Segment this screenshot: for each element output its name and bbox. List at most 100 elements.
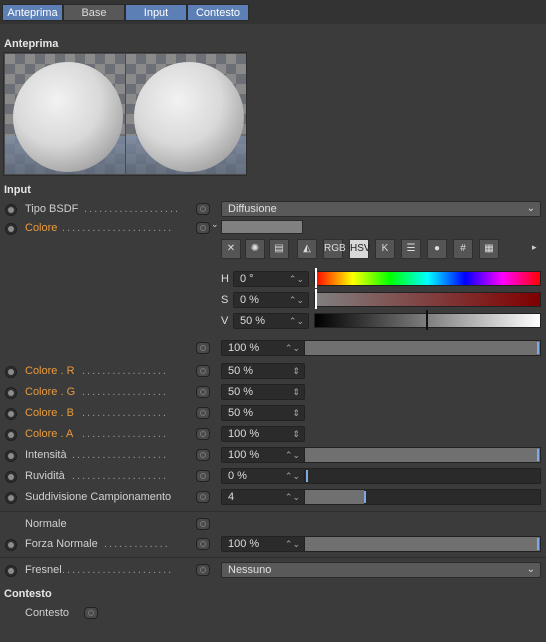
keyframe-button[interactable] — [196, 365, 210, 377]
stepper-icon[interactable]: ⌃⌄ — [285, 341, 300, 355]
keyframe-button[interactable] — [196, 222, 210, 234]
forza-normale-field[interactable]: 100 % ⌃⌄ — [221, 536, 305, 552]
dot-leader: ................. — [82, 407, 168, 419]
animate-toggle[interactable] — [5, 204, 17, 216]
brightness-slider[interactable] — [304, 340, 541, 356]
animate-toggle[interactable] — [5, 366, 17, 378]
keyframe-button[interactable] — [196, 407, 210, 419]
stepper-icon[interactable]: ⇕ — [292, 427, 300, 441]
stepper-icon[interactable]: ⇕ — [292, 364, 300, 378]
colore-g-value: 50 % — [228, 386, 254, 398]
forza-normale-slider[interactable] — [304, 536, 541, 552]
picture-icon[interactable]: ◭ — [297, 239, 317, 259]
color-swatch[interactable] — [221, 220, 303, 234]
animate-toggle[interactable] — [5, 429, 17, 441]
mixer-icon[interactable]: ✕ — [221, 239, 241, 259]
suddivisione-field[interactable]: 4 ⌃⌄ — [221, 489, 305, 505]
stepper-icon[interactable]: ⌃⌄ — [289, 272, 304, 286]
keyframe-button[interactable] — [196, 564, 210, 576]
keyframe-button[interactable] — [196, 470, 210, 482]
tab-anteprima[interactable]: Anteprima — [2, 4, 63, 21]
fresnel-label: Fresnel — [25, 564, 62, 576]
animate-toggle[interactable] — [5, 408, 17, 420]
animate-toggle[interactable] — [5, 471, 17, 483]
colore-r-field[interactable]: 50 % ⇕ — [221, 363, 305, 379]
tab-base[interactable]: Base — [63, 4, 125, 21]
keyframe-button[interactable] — [196, 449, 210, 461]
suddivisione-value: 4 — [228, 491, 235, 503]
animate-toggle[interactable] — [5, 565, 17, 577]
sliders-icon[interactable]: ☰ — [401, 239, 421, 259]
colore-g-field[interactable]: 50 % ⇕ — [221, 384, 305, 400]
intensita-slider[interactable] — [304, 447, 541, 463]
keyframe-button[interactable] — [196, 386, 210, 398]
s-label: S — [221, 294, 229, 306]
circle-icon[interactable]: ● — [427, 239, 447, 259]
intensita-field[interactable]: 100 % ⌃⌄ — [221, 447, 305, 463]
keyframe-button[interactable] — [196, 538, 210, 550]
colore-b-field[interactable]: 50 % ⇕ — [221, 405, 305, 421]
chevron-down-icon: ⌄ — [526, 564, 535, 575]
keyframe-button[interactable] — [196, 342, 210, 354]
wheel-icon[interactable]: ✺ — [245, 239, 265, 259]
brightness-value: 100 % — [228, 342, 260, 354]
chevron-down-icon: ⌄ — [526, 203, 535, 214]
hue-slider[interactable] — [314, 271, 541, 286]
colore-label: Colore — [25, 222, 58, 234]
animate-toggle[interactable] — [5, 492, 17, 504]
hsv-mode-button[interactable]: HSV — [349, 239, 371, 259]
brightness-field[interactable]: 100 % ⌃⌄ — [221, 340, 305, 356]
keyframe-button[interactable] — [196, 203, 210, 215]
tab-bar: Anteprima Base Input Contesto — [0, 0, 546, 24]
animate-toggle[interactable] — [5, 450, 17, 462]
tipo-bsdf-dropdown[interactable]: Diffusione ⌄ — [221, 201, 541, 217]
ruvidita-slider[interactable] — [304, 468, 541, 484]
value-handle[interactable] — [426, 310, 428, 330]
stepper-icon[interactable]: ⇕ — [292, 406, 300, 420]
ruvidita-field[interactable]: 0 % ⌃⌄ — [221, 468, 305, 484]
colore-a-field[interactable]: 100 % ⇕ — [221, 426, 305, 442]
keyframe-button[interactable] — [196, 491, 210, 503]
animate-toggle[interactable] — [5, 223, 17, 235]
expand-arrow-icon[interactable]: ▸ — [532, 242, 537, 253]
tipo-bsdf-label: Tipo BSDF — [25, 203, 79, 215]
grid-icon[interactable]: ▦ — [479, 239, 499, 259]
fresnel-dropdown[interactable]: Nessuno ⌄ — [221, 562, 541, 578]
suddivisione-label: Suddivisione Campionamento — [25, 491, 172, 503]
saturation-handle[interactable] — [315, 289, 317, 309]
saturation-slider[interactable] — [314, 292, 541, 307]
stepper-icon[interactable]: ⌃⌄ — [289, 293, 304, 307]
colore-r-value: 50 % — [228, 365, 254, 377]
chevron-down-icon[interactable]: ⌄ — [211, 219, 219, 230]
ruvidita-label: Ruvidità — [25, 470, 65, 482]
suddivisione-slider[interactable] — [304, 489, 541, 505]
material-preview[interactable] — [3, 52, 247, 176]
colore-b-value: 50 % — [228, 407, 254, 419]
tab-input[interactable]: Input — [125, 4, 187, 21]
hex-mode-button[interactable]: # — [453, 239, 473, 259]
keyframe-button[interactable] — [84, 607, 98, 619]
colore-a-value: 100 % — [228, 428, 260, 440]
s-field[interactable]: 0 % ⌃⌄ — [233, 292, 309, 308]
colore-r-label: Colore . R — [25, 365, 75, 377]
stepper-icon[interactable]: ⌃⌄ — [285, 469, 300, 483]
stepper-icon[interactable]: ⌃⌄ — [285, 448, 300, 462]
dot-leader: ................... — [72, 449, 169, 461]
keyframe-button[interactable] — [196, 428, 210, 440]
dot-leader: ............. — [104, 538, 170, 550]
gradient-icon[interactable]: ▤ — [269, 239, 289, 259]
rgb-mode-button[interactable]: RGB — [323, 239, 346, 259]
stepper-icon[interactable]: ⌃⌄ — [285, 537, 300, 551]
v-field[interactable]: 50 % ⌃⌄ — [233, 313, 309, 329]
animate-toggle[interactable] — [5, 387, 17, 399]
stepper-icon[interactable]: ⇕ — [292, 385, 300, 399]
v-label: V — [221, 315, 229, 327]
hue-handle[interactable] — [315, 268, 317, 288]
tab-contesto[interactable]: Contesto — [187, 4, 249, 21]
keyframe-button[interactable] — [196, 518, 210, 530]
stepper-icon[interactable]: ⌃⌄ — [285, 490, 300, 504]
kelvin-mode-button[interactable]: K — [375, 239, 395, 259]
h-field[interactable]: 0 ° ⌃⌄ — [233, 271, 309, 287]
animate-toggle[interactable] — [5, 539, 17, 551]
stepper-icon[interactable]: ⌃⌄ — [289, 314, 304, 328]
